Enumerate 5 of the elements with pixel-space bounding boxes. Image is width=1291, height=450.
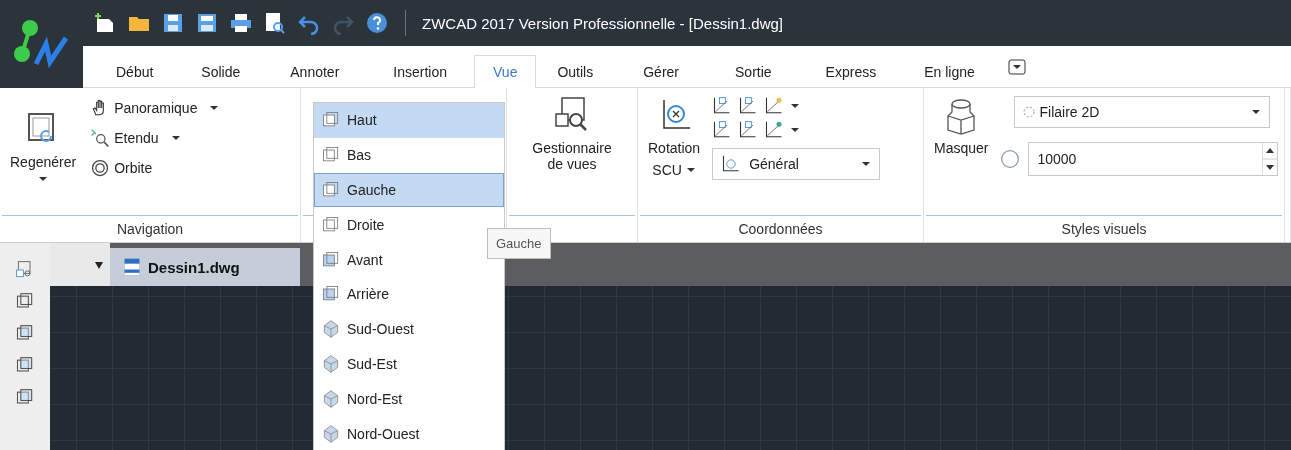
tooltip: Gauche (487, 228, 551, 259)
group-label: Styles visuels (1061, 221, 1147, 237)
group-label: Navigation (116, 221, 184, 237)
group-label: Coordonnées (738, 221, 823, 237)
window-title: ZWCAD 2017 Version Professionnelle - [Dessin1.dwg] (422, 14, 783, 32)
